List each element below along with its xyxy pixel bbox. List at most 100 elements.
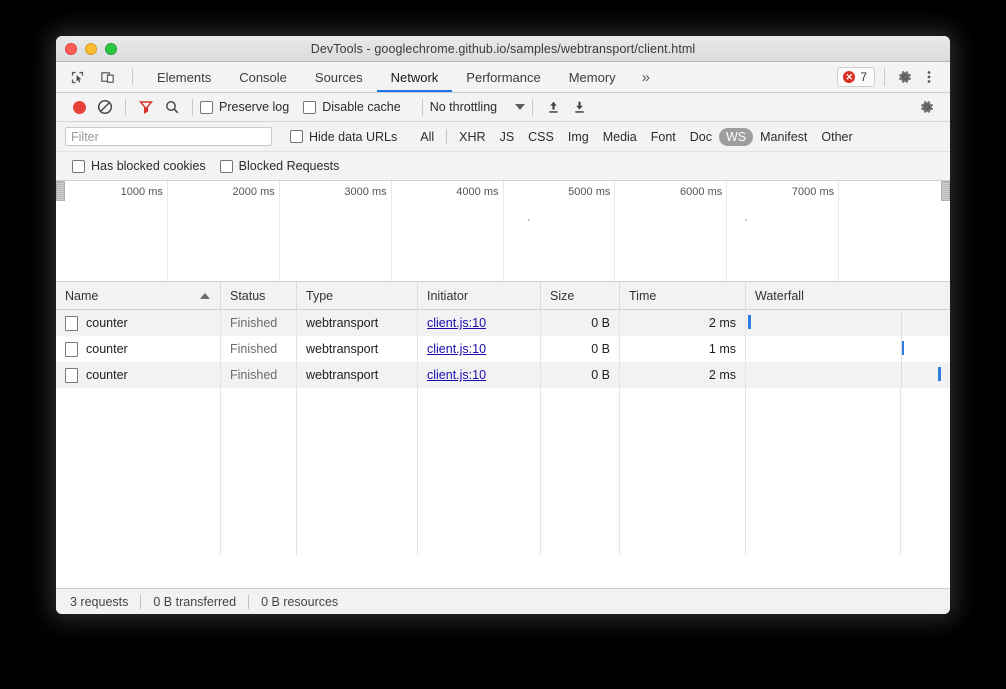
requests-table: Name Status Type Initiator Size Time Wat… <box>56 282 950 555</box>
preserve-log-label: Preserve log <box>219 100 289 114</box>
type-filter-divider <box>446 129 447 144</box>
overview-tick: 7000 ms <box>727 181 839 281</box>
inspect-element-icon[interactable] <box>66 66 88 88</box>
tab-label: Network <box>391 70 439 85</box>
throttling-dropdown[interactable]: No throttling <box>430 100 525 114</box>
column-header-type[interactable]: Type <box>297 282 418 310</box>
overview-right-resize-handle[interactable] <box>941 181 950 201</box>
has-blocked-cookies-label: Has blocked cookies <box>91 159 206 173</box>
network-overview-timeline[interactable]: 1000 ms 2000 ms 3000 ms 4000 ms 5000 ms … <box>56 181 950 282</box>
more-tabs-button[interactable]: » <box>630 62 662 92</box>
chevron-down-icon <box>515 104 525 110</box>
table-row[interactable]: counter Finished webtransport client.js:… <box>56 336 950 362</box>
type-filter-ws[interactable]: WS <box>719 128 753 146</box>
has-blocked-cookies-checkbox[interactable]: Has blocked cookies <box>72 159 206 173</box>
waterfall-divider <box>901 310 902 336</box>
tab-label: Elements <box>157 70 211 85</box>
window-controls[interactable] <box>65 43 117 55</box>
initiator-link[interactable]: client.js:10 <box>427 368 486 382</box>
empty-column <box>297 388 418 555</box>
throttling-value: No throttling <box>430 100 497 114</box>
tab-network[interactable]: Network <box>377 62 453 92</box>
tabbar-right-divider <box>884 68 885 86</box>
column-header-status[interactable]: Status <box>221 282 297 310</box>
table-row[interactable]: counter Finished webtransport client.js:… <box>56 310 950 336</box>
maximize-window-button[interactable] <box>105 43 117 55</box>
hide-data-urls-checkbox[interactable]: Hide data URLs <box>290 130 397 144</box>
checkbox-box[interactable] <box>72 160 85 173</box>
export-har-icon[interactable] <box>566 96 592 118</box>
minimize-window-button[interactable] <box>85 43 97 55</box>
device-toolbar-icon[interactable] <box>96 66 118 88</box>
record-icon[interactable] <box>66 96 92 118</box>
network-settings-gear-icon[interactable] <box>914 96 940 118</box>
tick-label: 1000 ms <box>121 186 163 198</box>
waterfall-divider <box>901 362 902 388</box>
initiator-link[interactable]: client.js:10 <box>427 342 486 356</box>
type-filter-font[interactable]: Font <box>644 128 683 146</box>
column-header-time[interactable]: Time <box>620 282 746 310</box>
empty-column <box>746 388 901 555</box>
overview-tick: 2000 ms <box>168 181 280 281</box>
type-filter-doc[interactable]: Doc <box>683 128 719 146</box>
tab-elements[interactable]: Elements <box>143 62 225 92</box>
type-filter-media[interactable]: Media <box>596 128 644 146</box>
column-label: Waterfall <box>755 289 804 303</box>
disable-cache-label: Disable cache <box>322 100 401 114</box>
cell-size: 0 B <box>541 362 620 388</box>
tab-memory[interactable]: Memory <box>555 62 630 92</box>
document-icon <box>65 368 78 383</box>
clear-icon[interactable] <box>92 96 118 118</box>
toolbar-divider-3 <box>422 99 423 116</box>
column-header-name[interactable]: Name <box>56 282 221 310</box>
checkbox-box[interactable] <box>220 160 233 173</box>
empty-column <box>620 388 746 555</box>
tab-performance[interactable]: Performance <box>452 62 554 92</box>
table-row[interactable]: counter Finished webtransport client.js:… <box>56 362 950 388</box>
checkbox-box[interactable] <box>303 101 316 114</box>
disable-cache-checkbox[interactable]: Disable cache <box>303 100 401 114</box>
error-icon: ✕ <box>843 71 855 83</box>
overview-tick: 3000 ms <box>280 181 392 281</box>
cell-status: Finished <box>221 310 297 336</box>
request-name: counter <box>86 316 128 330</box>
search-input[interactable] <box>65 127 272 146</box>
blocked-requests-checkbox[interactable]: Blocked Requests <box>220 159 340 173</box>
tab-label: Sources <box>315 70 363 85</box>
cell-initiator: client.js:10 <box>418 310 541 336</box>
type-filter-manifest[interactable]: Manifest <box>753 128 814 146</box>
type-filter-img[interactable]: Img <box>561 128 596 146</box>
filter-funnel-icon[interactable] <box>133 96 159 118</box>
overview-tick <box>839 181 950 281</box>
cell-size: 0 B <box>541 310 620 336</box>
empty-column <box>541 388 620 555</box>
checkbox-box[interactable] <box>200 101 213 114</box>
cell-status: Finished <box>221 362 297 388</box>
tick-label: 7000 ms <box>792 186 834 198</box>
checkbox-box[interactable] <box>290 130 303 143</box>
filter-bar: Hide data URLs All XHR JS CSS Img Media … <box>56 122 950 152</box>
column-label: Status <box>230 289 265 303</box>
request-name: counter <box>86 368 128 382</box>
type-filter-other[interactable]: Other <box>814 128 859 146</box>
resource-type-filters: All XHR JS CSS Img Media Font Doc WS Man… <box>413 128 859 146</box>
import-har-icon[interactable] <box>540 96 566 118</box>
preserve-log-checkbox[interactable]: Preserve log <box>200 100 289 114</box>
tab-console[interactable]: Console <box>225 62 301 92</box>
kebab-menu-icon[interactable] <box>918 66 940 88</box>
column-header-size[interactable]: Size <box>541 282 620 310</box>
column-header-initiator[interactable]: Initiator <box>418 282 541 310</box>
type-filter-js[interactable]: JS <box>493 128 522 146</box>
tab-sources[interactable]: Sources <box>301 62 377 92</box>
error-count-badge[interactable]: ✕ 7 <box>837 67 875 87</box>
initiator-link[interactable]: client.js:10 <box>427 316 486 330</box>
overview-left-resize-handle[interactable] <box>56 181 65 201</box>
close-window-button[interactable] <box>65 43 77 55</box>
cell-type: webtransport <box>297 310 418 336</box>
column-header-waterfall[interactable]: Waterfall <box>746 282 950 310</box>
gear-icon[interactable] <box>894 66 916 88</box>
type-filter-xhr[interactable]: XHR <box>452 128 492 146</box>
type-filter-all[interactable]: All <box>413 128 441 146</box>
search-icon[interactable] <box>159 96 185 118</box>
type-filter-css[interactable]: CSS <box>521 128 561 146</box>
